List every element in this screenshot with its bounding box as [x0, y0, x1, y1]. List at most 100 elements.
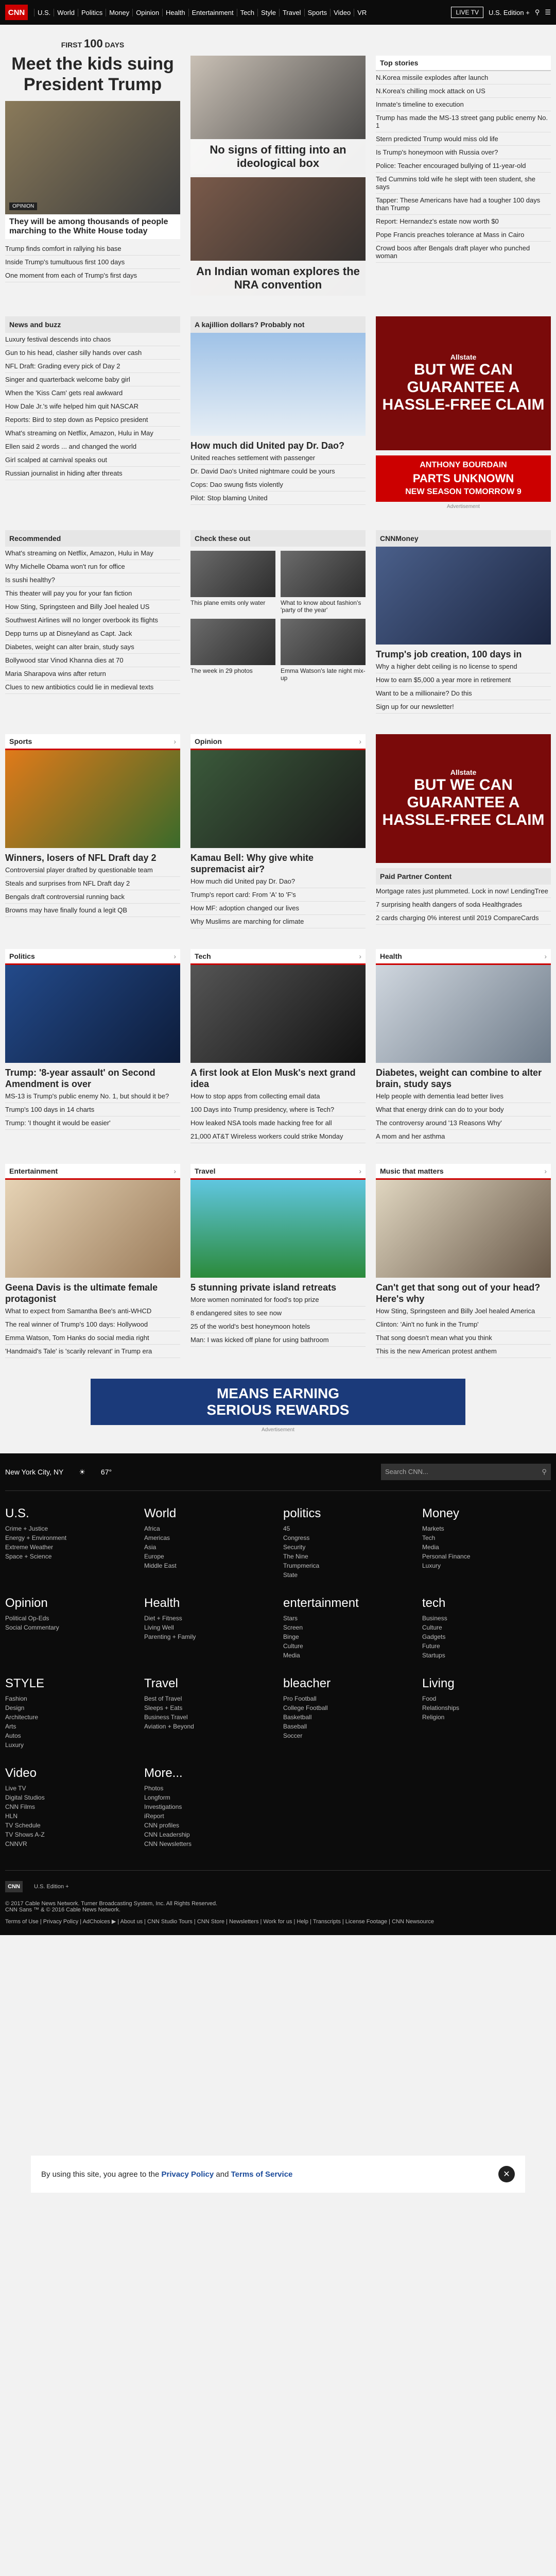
nav-style[interactable]: Style — [257, 8, 279, 16]
money-item[interactable]: How to earn $5,000 a year more in retire… — [376, 673, 551, 687]
partner-item[interactable]: 2 cards charging 0% interest until 2019 … — [376, 911, 551, 925]
opinion-item[interactable]: How much did United pay Dr. Dao? — [190, 875, 366, 888]
hero-caption[interactable]: They will be among thousands of people m… — [5, 214, 180, 239]
buzz-item[interactable]: What's streaming on Netflix, Amazon, Hul… — [5, 427, 180, 440]
top-story-item[interactable]: Tapper: These Americans have had a tough… — [376, 194, 551, 215]
footer-section-title[interactable]: tech — [422, 1596, 541, 1611]
kajillion-item[interactable]: United reaches settlement with passenger — [190, 451, 366, 465]
entertainment-title[interactable]: Entertainment — [9, 1167, 58, 1175]
footer-link[interactable]: Pro Football — [283, 1695, 402, 1702]
footer-link[interactable]: Congress — [283, 1534, 402, 1541]
travel-item[interactable]: 8 endangered sites to see now — [190, 1307, 366, 1320]
money-headline[interactable]: Trump's job creation, 100 days in — [376, 649, 551, 660]
footer-link[interactable]: Design — [5, 1704, 124, 1711]
opinion-headline[interactable]: Kamau Bell: Why give white supremacist a… — [190, 852, 366, 875]
top-story-item[interactable]: Is Trump's honeymoon with Russia over? — [376, 146, 551, 159]
footer-link[interactable]: Arts — [5, 1723, 124, 1730]
chevron-right-icon[interactable]: › — [173, 1167, 176, 1175]
recommended-item[interactable]: This theater will pay you for your fan f… — [5, 587, 180, 600]
footer-section-title[interactable]: entertainment — [283, 1596, 402, 1611]
footer-link[interactable]: Business Travel — [144, 1714, 263, 1721]
cnn-logo-footer[interactable]: CNN — [5, 1881, 23, 1892]
footer-link[interactable]: Relationships — [422, 1704, 541, 1711]
tech-item[interactable]: How leaked NSA tools made hacking free f… — [190, 1116, 366, 1130]
cnn-logo[interactable]: CNN — [5, 5, 28, 20]
top-story-item[interactable]: Ted Cummins told wife he slept with teen… — [376, 173, 551, 194]
footer-link[interactable]: Food — [422, 1695, 541, 1702]
money-image[interactable] — [376, 547, 551, 645]
hero-link[interactable]: Trump finds comfort in rallying his base — [5, 242, 180, 256]
partner-item[interactable]: Mortgage rates just plummeted. Lock in n… — [376, 885, 551, 898]
story-headline[interactable]: No signs of fitting into an ideological … — [190, 139, 366, 174]
recommended-item[interactable]: Depp turns up at Disneyland as Capt. Jac… — [5, 627, 180, 640]
buzz-item[interactable]: When the 'Kiss Cam' gets real awkward — [5, 386, 180, 400]
footer-section-title[interactable]: Video — [5, 1766, 124, 1781]
sports-item[interactable]: Bengals draft controversial running back — [5, 890, 180, 904]
opinion-item[interactable]: How MF: adoption changed our lives — [190, 902, 366, 915]
hero-image[interactable]: OPINION — [5, 101, 180, 214]
music-item[interactable]: Clinton: 'Ain't no funk in the Trump' — [376, 1318, 551, 1331]
travel-item[interactable]: More women nominated for food's top priz… — [190, 1293, 366, 1307]
tech-item[interactable]: 21,000 AT&T Wireless workers could strik… — [190, 1130, 366, 1143]
footer-link[interactable]: Photos — [144, 1785, 263, 1792]
hero-link[interactable]: One moment from each of Trump's first da… — [5, 269, 180, 282]
chevron-right-icon[interactable]: › — [544, 1167, 547, 1175]
footer-link[interactable]: Trumpmerica — [283, 1562, 402, 1569]
footer-section-title[interactable]: STYLE — [5, 1676, 124, 1691]
tech-image[interactable] — [190, 965, 366, 1063]
money-item[interactable]: Want to be a millionaire? Do this — [376, 687, 551, 700]
footer-link[interactable]: Fashion — [5, 1695, 124, 1702]
health-item[interactable]: A mom and her asthma — [376, 1130, 551, 1143]
footer-section-title[interactable]: World — [144, 1506, 263, 1521]
travel-item[interactable]: 25 of the world's best honeymoon hotels — [190, 1320, 366, 1333]
footer-link[interactable]: CNN Newsletters — [144, 1840, 263, 1848]
footer-link[interactable]: Aviation + Beyond — [144, 1723, 263, 1730]
chevron-right-icon[interactable]: › — [173, 952, 176, 960]
footer-link[interactable]: HLN — [5, 1812, 124, 1820]
terms-link[interactable]: Terms of Service — [231, 2170, 293, 2179]
legal-links[interactable]: Terms of Use | Privacy Policy | AdChoice… — [5, 1918, 551, 1925]
nav-tech[interactable]: Tech — [236, 8, 257, 16]
politics-item[interactable]: MS-13 is Trump's public enemy No. 1, but… — [5, 1090, 180, 1103]
chevron-right-icon[interactable]: › — [359, 737, 361, 745]
travel-headline[interactable]: 5 stunning private island retreats — [190, 1282, 366, 1293]
music-item[interactable]: That song doesn't mean what you think — [376, 1331, 551, 1345]
footer-link[interactable]: Luxury — [5, 1741, 124, 1749]
nav-health[interactable]: Health — [162, 8, 188, 16]
footer-link[interactable]: CNNVR — [5, 1840, 124, 1848]
footer-link[interactable]: Religion — [422, 1714, 541, 1721]
music-image[interactable] — [376, 1180, 551, 1278]
footer-link[interactable]: Live TV — [5, 1785, 124, 1792]
footer-link[interactable]: Longform — [144, 1794, 263, 1801]
recommended-item[interactable]: Is sushi healthy? — [5, 573, 180, 587]
buzz-item[interactable]: Ellen said 2 words ... and changed the w… — [5, 440, 180, 453]
close-icon[interactable]: ✕ — [498, 2166, 515, 2182]
footer-section-title[interactable]: Travel — [144, 1676, 263, 1691]
money-item[interactable]: Sign up for our newsletter! — [376, 700, 551, 714]
buzz-item[interactable]: Luxury festival descends into chaos — [5, 333, 180, 346]
politics-item[interactable]: Trump: 'I thought it would be easier' — [5, 1116, 180, 1130]
footer-link[interactable]: Living Well — [144, 1624, 263, 1631]
footer-link[interactable]: Social Commentary — [5, 1624, 124, 1631]
menu-icon[interactable]: ☰ — [545, 8, 551, 16]
kajillion-item[interactable]: Dr. David Dao's United nightmare could b… — [190, 465, 366, 478]
footer-link[interactable]: Future — [422, 1642, 541, 1650]
footer-section-title[interactable]: U.S. — [5, 1506, 124, 1521]
footer-link[interactable]: Europe — [144, 1553, 263, 1560]
footer-link[interactable]: Digital Studios — [5, 1794, 124, 1801]
top-story-item[interactable]: Pope Francis preaches tolerance at Mass … — [376, 228, 551, 242]
buzz-item[interactable]: Gun to his head, clasher silly hands ove… — [5, 346, 180, 360]
opinion-image[interactable] — [190, 750, 366, 848]
footer-link[interactable]: Energy + Environment — [5, 1534, 124, 1541]
chevron-right-icon[interactable]: › — [359, 952, 361, 960]
footer-link[interactable]: The Nine — [283, 1553, 402, 1560]
plane-image[interactable] — [190, 333, 366, 436]
footer-link[interactable]: Media — [422, 1544, 541, 1551]
entertainment-image[interactable] — [5, 1180, 180, 1278]
buzz-item[interactable]: How Dale Jr.'s wife helped him quit NASC… — [5, 400, 180, 413]
nav-sports[interactable]: Sports — [304, 8, 331, 16]
footer-link[interactable]: iReport — [144, 1812, 263, 1820]
footer-link[interactable]: Basketball — [283, 1714, 402, 1721]
search-icon[interactable]: ⚲ — [535, 8, 540, 16]
footer-link[interactable]: Media — [283, 1652, 402, 1659]
